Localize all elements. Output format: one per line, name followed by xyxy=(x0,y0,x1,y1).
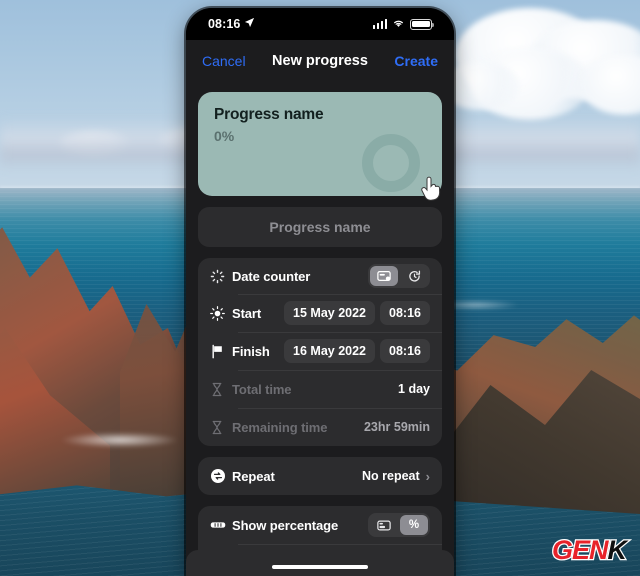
status-bar: 08:16 xyxy=(186,8,454,40)
progress-bar-icon xyxy=(210,520,232,530)
start-row[interactable]: Start 15 May 2022 08:16 xyxy=(198,294,442,332)
watermark-k: K xyxy=(606,535,628,565)
repeat-group: Repeat No repeat › xyxy=(198,457,442,495)
remaining-time-value: 23hr 59min xyxy=(363,420,430,434)
finish-row[interactable]: Finish 16 May 2022 08:16 xyxy=(198,332,442,370)
show-percentage-label: Show percentage xyxy=(232,517,339,533)
hourglass-icon xyxy=(210,420,232,435)
chevron-right-icon: › xyxy=(425,468,430,484)
preview-title: Progress name xyxy=(214,106,324,123)
create-button[interactable]: Create xyxy=(394,53,438,69)
status-time: 08:16 xyxy=(208,17,241,31)
navigation-bar: Cancel New progress Create xyxy=(186,40,454,82)
phone-screen: 08:16 Cancel New progress Create Progres… xyxy=(186,8,454,576)
pointing-hand-cursor xyxy=(420,176,442,202)
finish-date-pill[interactable]: 16 May 2022 xyxy=(284,339,376,363)
surf-foam xyxy=(60,432,180,448)
cancel-button[interactable]: Cancel xyxy=(202,53,246,69)
date-counter-label: Date counter xyxy=(232,268,311,284)
spinner-circle-icon xyxy=(210,269,232,284)
form-content: Progress name 0% Progress name Date coun… xyxy=(186,82,454,576)
start-label: Start xyxy=(232,305,262,321)
phone-mockup: 08:16 Cancel New progress Create Progres… xyxy=(186,8,454,576)
stopwatch-icon[interactable] xyxy=(400,266,428,286)
bar-display-icon[interactable] xyxy=(370,515,398,535)
flag-icon xyxy=(210,344,232,359)
date-counter-mode-segmented-control[interactable] xyxy=(368,264,430,288)
cellular-signal-icon xyxy=(372,19,387,29)
status-bar-right xyxy=(372,15,435,33)
sun-icon xyxy=(210,305,232,321)
remaining-time-label: Remaining time xyxy=(232,419,328,435)
progress-preview-card[interactable]: Progress name 0% xyxy=(198,92,442,196)
wifi-icon xyxy=(392,15,405,33)
progress-name-input[interactable] xyxy=(198,207,442,247)
finish-label: Finish xyxy=(232,343,270,359)
show-percentage-row[interactable]: Show percentage % xyxy=(198,506,442,544)
repeat-label: Repeat xyxy=(232,468,275,484)
finish-pills: 16 May 2022 08:16 xyxy=(284,339,430,363)
repeat-circle-icon xyxy=(210,468,232,484)
calendar-card-icon[interactable] xyxy=(370,266,398,286)
date-counter-group: Date counter Start 15 May 2022 08:16 Fin… xyxy=(198,258,442,446)
total-time-row: Total time 1 day xyxy=(198,370,442,408)
progress-ring-icon xyxy=(362,134,420,192)
show-percentage-segmented-control[interactable]: % xyxy=(368,513,430,537)
home-indicator xyxy=(272,565,368,569)
repeat-value: No repeat xyxy=(362,469,420,483)
repeat-row[interactable]: Repeat No repeat › xyxy=(198,457,442,495)
status-bar-left: 08:16 xyxy=(208,15,255,33)
bottom-sheet-edge xyxy=(186,550,454,576)
total-time-label: Total time xyxy=(232,381,292,397)
start-pills: 15 May 2022 08:16 xyxy=(284,301,430,325)
remaining-time-row: Remaining time 23hr 59min xyxy=(198,408,442,446)
percent-icon[interactable]: % xyxy=(400,515,428,535)
start-date-pill[interactable]: 15 May 2022 xyxy=(284,301,376,325)
genk-watermark: GENK xyxy=(551,535,628,565)
total-time-value: 1 day xyxy=(398,382,430,396)
finish-time-pill[interactable]: 08:16 xyxy=(380,339,430,363)
hourglass-icon xyxy=(210,382,232,397)
page-title: New progress xyxy=(272,53,368,69)
start-time-pill[interactable]: 08:16 xyxy=(380,301,430,325)
battery-full-icon xyxy=(410,18,435,30)
date-counter-header: Date counter xyxy=(198,258,442,294)
watermark-gen: GEN xyxy=(551,535,610,565)
location-arrow-icon xyxy=(244,15,255,33)
